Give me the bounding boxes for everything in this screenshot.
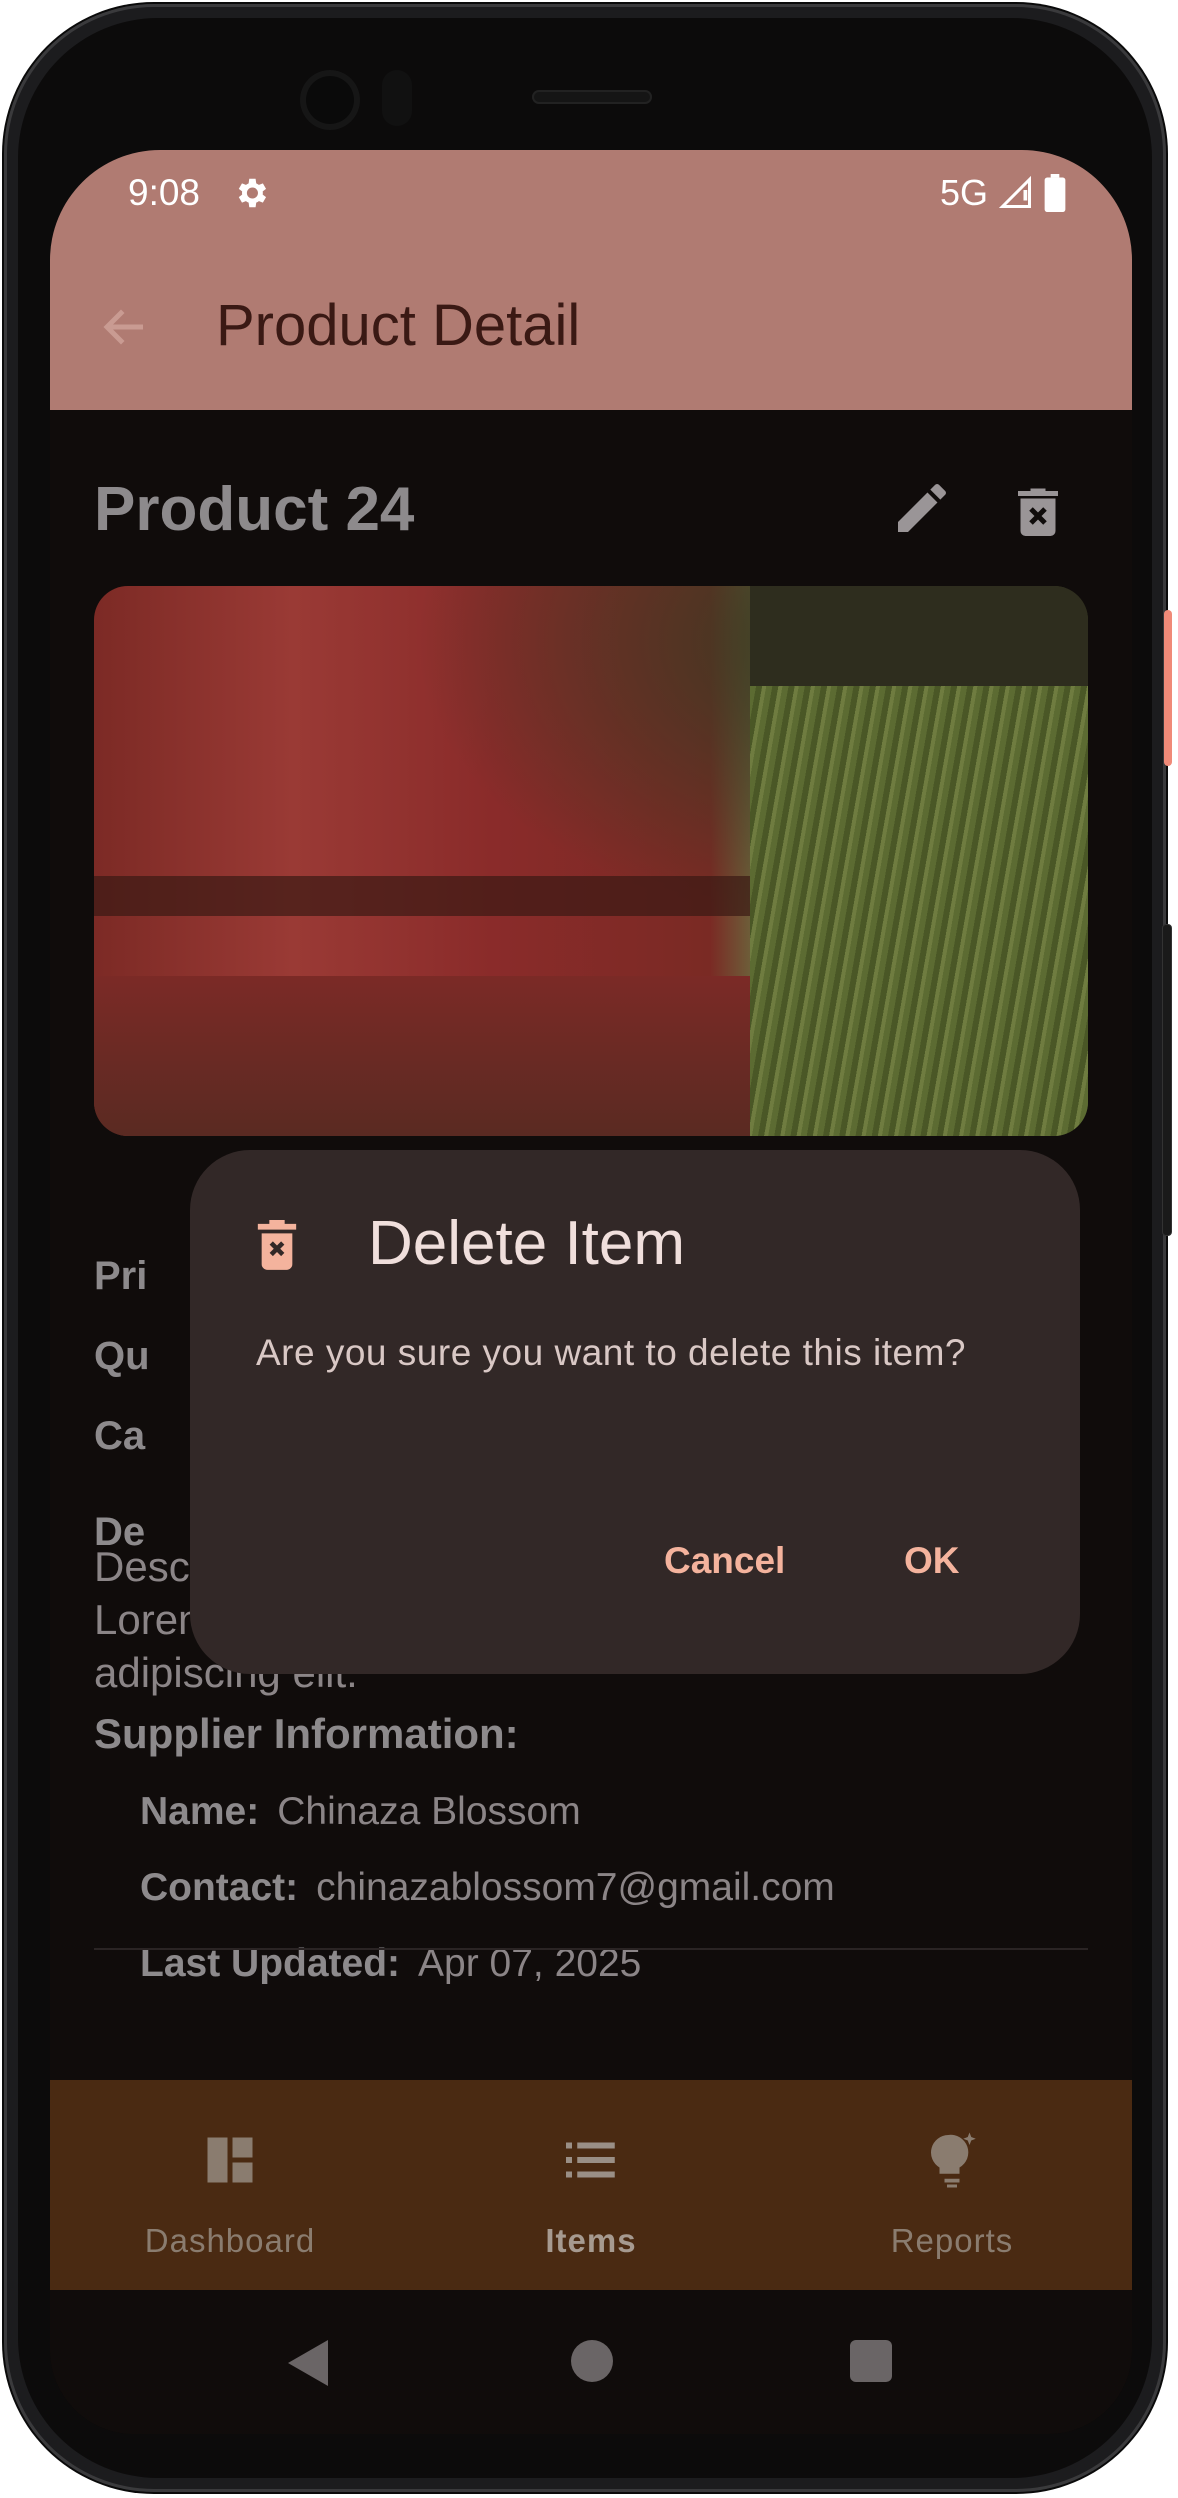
category-label: Ca [94, 1414, 146, 1458]
dialog-title: Delete Item [368, 1209, 686, 1278]
phone-frame: 9:08 5G Product Detail Product 24 Pri Qu… [4, 4, 1172, 2492]
status-indicators: 5G [940, 172, 1066, 214]
power-button [1164, 610, 1172, 766]
dialog-message: Are you sure you want to delete this ite… [256, 1332, 966, 1373]
volume-button [1162, 924, 1172, 1236]
signal-icon [998, 175, 1031, 208]
app-bar: 9:08 5G Product Detail [50, 150, 1132, 410]
supplier-name-value: Chinaza Blossom [277, 1790, 581, 1833]
nav-label-reports: Reports [890, 2222, 1014, 2259]
divider [94, 1948, 1088, 1950]
ok-button[interactable]: OK [904, 1540, 960, 1582]
page-title: Product Detail [216, 293, 581, 358]
nav-item-reports[interactable]: Reports [772, 2080, 1132, 2290]
price-label: Pri [94, 1254, 148, 1298]
delete-trash-icon [257, 1220, 297, 1270]
bottom-nav: Dashboard Items Reports [50, 2080, 1132, 2290]
status-time: 9:08 [128, 172, 201, 213]
battery-icon [1044, 174, 1066, 212]
quantity-label: Qu [94, 1334, 150, 1378]
nav-item-items[interactable]: Items [411, 2080, 771, 2290]
lightbulb-icon [931, 2132, 976, 2188]
network-type: 5G [939, 172, 988, 213]
front-camera [300, 70, 360, 130]
supplier-name: Name: Chinaza Blossom [140, 1790, 581, 1834]
system-back-icon[interactable] [288, 2340, 328, 2386]
nav-label-dashboard: Dashboard [144, 2222, 316, 2259]
supplier-contact: Contact: chinazablossom7@gmail.com [140, 1866, 835, 1910]
proximity-sensor [382, 70, 412, 126]
screen: 9:08 5G Product Detail Product 24 Pri Qu… [50, 150, 1132, 2434]
supplier-contact-value: chinazablossom7@gmail.com [316, 1866, 835, 1909]
list-icon [566, 2142, 615, 2178]
system-home-icon[interactable] [571, 2340, 613, 2382]
edit-pencil-icon[interactable] [890, 476, 954, 540]
dashboard-icon [207, 2137, 253, 2183]
cancel-button[interactable]: Cancel [664, 1540, 785, 1582]
delete-dialog: Delete Item Are you sure you want to del… [190, 1150, 1080, 1674]
settings-gear-icon [238, 178, 267, 208]
delete-trash-icon[interactable] [1008, 480, 1068, 542]
system-recents-icon[interactable] [850, 2340, 892, 2382]
supplier-contact-label: Contact: [140, 1866, 299, 1909]
back-arrow-icon[interactable] [98, 300, 152, 354]
nav-item-dashboard[interactable]: Dashboard [50, 2080, 410, 2290]
product-image [94, 586, 1088, 1136]
supplier-heading: Supplier Information: [94, 1710, 519, 1757]
earpiece-speaker [532, 90, 652, 104]
product-title: Product 24 [94, 475, 415, 544]
system-nav-bar [50, 2290, 1132, 2434]
supplier-name-label: Name: [140, 1790, 260, 1833]
nav-label-items: Items [545, 2222, 637, 2259]
